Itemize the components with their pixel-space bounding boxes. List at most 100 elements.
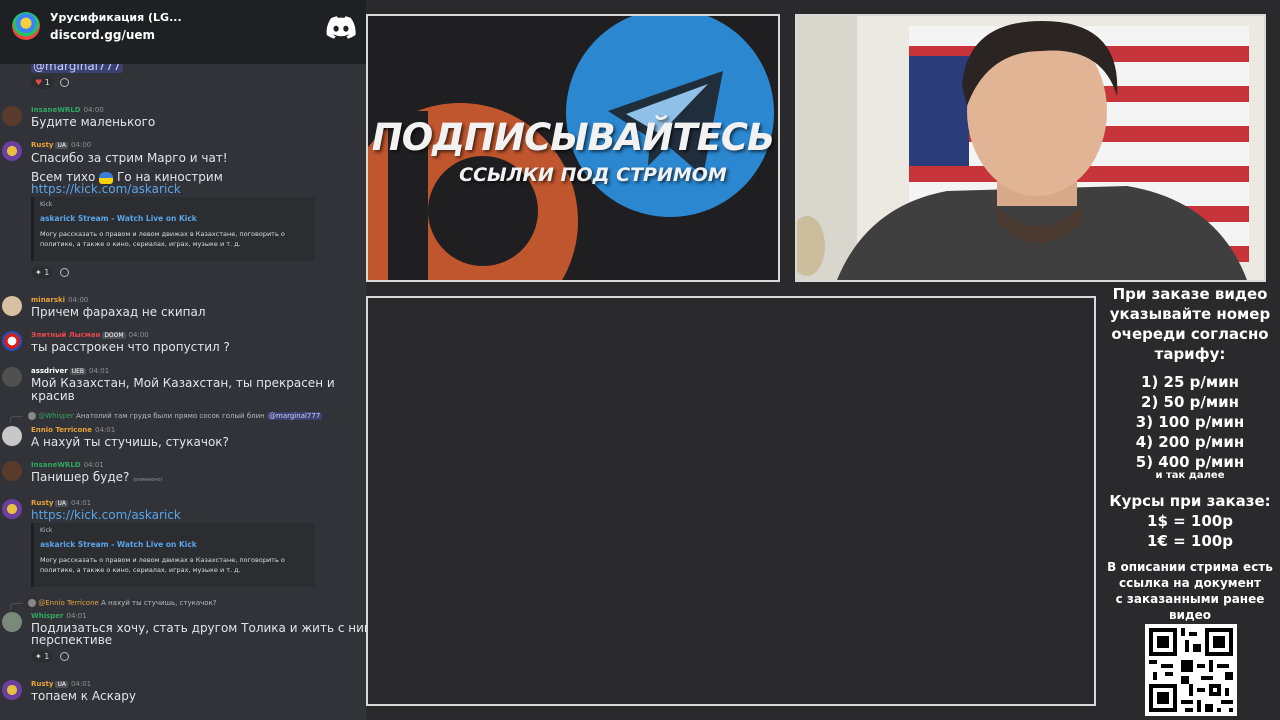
tariff-item: 4) 200 р/мин [1135, 433, 1245, 451]
banner-subtitle: ССЫЛКИ ПОД СТРИМОМ [459, 164, 727, 186]
reply-preview[interactable]: @Whisper Анатолий там грудя были прямо с… [9, 412, 323, 423]
message-text: А нахуй ты стучишь, стукачок? [31, 435, 229, 449]
info-desc-line: ссылка на документ [1119, 576, 1261, 590]
avatar[interactable] [2, 426, 22, 446]
webcam-image [797, 16, 1264, 280]
embed-provider[interactable]: Kick [40, 201, 309, 208]
reply-preview[interactable]: @Ennio Terricone А нахуй ты стучишь, сту… [10, 599, 217, 610]
reaction-pill[interactable]: ♥ 1 [31, 76, 54, 89]
avatar[interactable] [2, 331, 22, 351]
message-text: Мой Казахстан, Мой Казахстан, ты прекрас… [31, 376, 335, 390]
reply-text: Анатолий там грудя были прямо сосок голы… [76, 412, 265, 420]
avatar[interactable] [2, 106, 22, 126]
link-embed: Kick askarick Stream - Watch Live on Kic… [31, 523, 315, 587]
add-reaction-icon[interactable] [60, 78, 70, 87]
server-header: Урусификация (LG... discord.gg/uem [0, 0, 366, 64]
rate-item: 1$ = 100р [1147, 512, 1233, 530]
timestamp: 04:00 [68, 296, 89, 304]
server-invite: discord.gg/uem [50, 28, 156, 42]
info-heading-line: тарифу: [1154, 345, 1226, 363]
embed-description: Могу рассказать о правом и левом движах … [40, 556, 285, 574]
banner-title: ПОДПИСЫВАЙТЕСЬ [371, 116, 775, 159]
reply-avatar [28, 599, 36, 607]
subscribe-banner: ПОДПИСЫВАЙТЕСЬ ССЫЛКИ ПОД СТРИМОМ [366, 14, 780, 282]
reaction-pill[interactable]: ✦ 1 [31, 266, 54, 279]
username[interactable]: Rusty [31, 141, 53, 149]
tariff-item: 2) 50 р/мин [1141, 393, 1239, 411]
tariff-item: 1) 25 р/мин [1141, 373, 1239, 391]
user-mention[interactable]: @marginal777 [267, 412, 323, 420]
info-desc-line: видео [1168, 608, 1212, 622]
role-tag: UA [55, 681, 68, 688]
add-reaction-icon[interactable] [59, 652, 69, 661]
embed-title[interactable]: askarick Stream - Watch Live on Kick [40, 214, 309, 223]
reaction-bar: ✦ 1 [31, 650, 69, 664]
message-text: Панишер буде? [31, 470, 130, 484]
role-tag: DOOM [102, 332, 126, 339]
tariff-etc: и так далее [1155, 470, 1225, 481]
timestamp: 04:01 [70, 499, 92, 507]
emoji-icon: ✦ [35, 268, 42, 277]
avatar[interactable] [2, 367, 22, 387]
message-text: красив [31, 389, 75, 403]
stream-layout: Урусификация (LG... discord.gg/uem @marg… [0, 0, 1280, 720]
avatar[interactable] [2, 296, 22, 316]
timestamp: 04:00 [83, 106, 104, 114]
username[interactable]: InsaneWRLD [31, 461, 81, 469]
embed-title[interactable]: askarick Stream - Watch Live on Kick [40, 540, 309, 549]
username[interactable]: Rusty [31, 499, 53, 507]
role-tag: UA [55, 142, 68, 149]
emoji-icon: ✦ [35, 652, 42, 661]
reply-text: А нахуй ты стучишь, стукачок? [101, 599, 217, 607]
reply-username: @Whisper [38, 412, 74, 420]
timestamp: 04:00 [70, 141, 92, 149]
username[interactable]: InsaneWRLD [31, 106, 81, 114]
server-name: Урусификация (LG... [50, 11, 182, 24]
message-text: ты расстрокен что пропустил ? [31, 340, 230, 354]
avatar[interactable] [2, 499, 22, 519]
timestamp: 04:01 [66, 612, 87, 620]
reply-avatar [28, 412, 36, 420]
avatar[interactable] [2, 612, 22, 632]
rates-heading: Курсы при заказе: [1109, 492, 1271, 510]
username[interactable]: assdriver [31, 367, 68, 375]
message-text: Будите маленького [31, 115, 156, 129]
username[interactable]: Whisper [31, 612, 63, 620]
info-heading-line: очереди согласно [1111, 325, 1269, 343]
avatar[interactable] [2, 680, 22, 700]
avatar[interactable] [2, 461, 22, 481]
heart-emoji-icon: ♥ [35, 78, 43, 87]
info-heading-line: указывайте номер [1109, 305, 1271, 323]
reaction-bar: ✦ 1 [31, 266, 69, 280]
message-link[interactable]: https://kick.com/askarick [31, 509, 181, 522]
webcam-feed [795, 14, 1266, 282]
message-text: Причем фарахад не скипал [31, 305, 206, 319]
username[interactable]: Ennio Terricone [31, 426, 92, 434]
edited-label: (изменено) [133, 477, 163, 483]
discord-chat-panel: Урусификация (LG... discord.gg/uem @marg… [0, 0, 366, 720]
rate-item: 1€ = 100р [1147, 532, 1233, 550]
qr-code-image [1145, 624, 1237, 716]
tariff-item: 5) 400 р/мин [1135, 453, 1245, 471]
timestamp: 04:01 [94, 426, 116, 434]
message-link[interactable]: https://kick.com/askarick [31, 183, 181, 196]
embed-description: Могу рассказать о правом и левом движах … [40, 230, 285, 248]
timestamp: 04:01 [70, 680, 92, 688]
message-text: топаем к Аскару [31, 689, 136, 703]
server-icon [12, 12, 40, 40]
username[interactable]: Rusty [31, 680, 53, 688]
timestamp: 04:01 [89, 367, 110, 375]
link-embed: Kick askarick Stream - Watch Live on Kic… [31, 197, 315, 261]
avatar[interactable] [2, 141, 22, 161]
add-reaction-icon[interactable] [59, 268, 69, 277]
reaction-bar: ♥ 1 [31, 76, 70, 90]
embed-provider[interactable]: Kick [40, 527, 309, 534]
role-tag: UA [55, 500, 68, 507]
message-text: Спасибо за стрим Марго и чат! [31, 151, 228, 165]
tariff-item: 3) 100 р/мин [1135, 413, 1245, 431]
discord-logo-icon [326, 16, 356, 39]
username[interactable]: Элитный Лысман [31, 331, 100, 339]
reaction-pill[interactable]: ✦ 1 [31, 650, 54, 663]
info-desc-line: с заказанными ранее [1115, 592, 1265, 606]
username[interactable]: minarski [31, 296, 65, 304]
